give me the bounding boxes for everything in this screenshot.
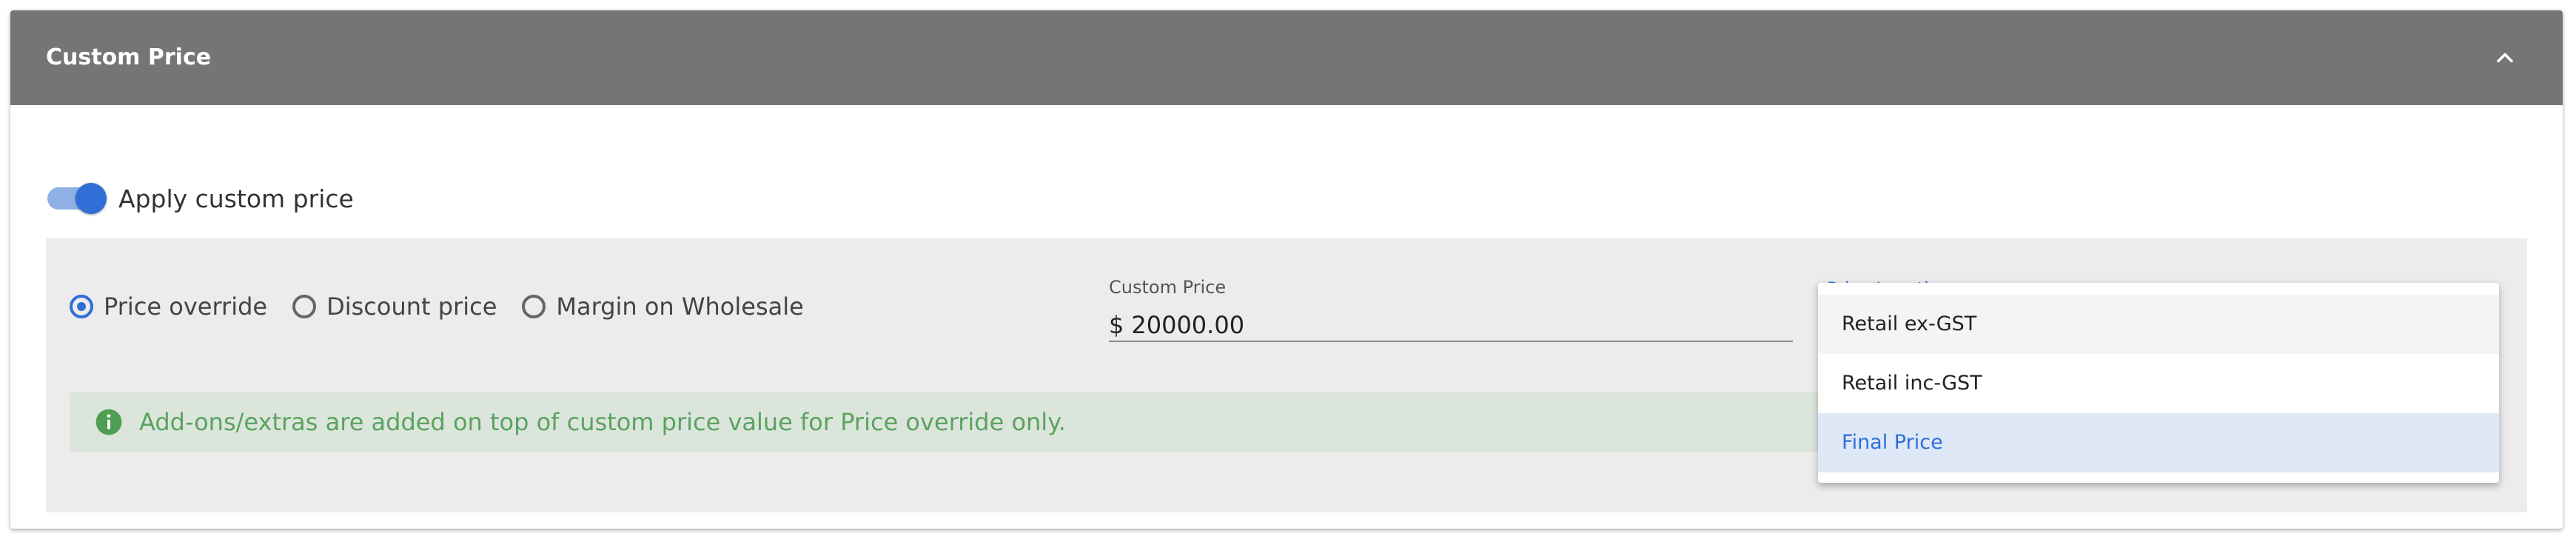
- custom-price-field[interactable]: Custom Price $: [1109, 265, 1793, 342]
- radio-discount-price[interactable]: Discount price: [292, 292, 497, 321]
- radio-button[interactable]: [292, 295, 317, 318]
- panel-title: Custom Price: [46, 44, 212, 70]
- radio-button[interactable]: [522, 295, 546, 318]
- pricing-type-radio-group: Price override Discount price Margin on …: [70, 286, 829, 327]
- option-final-price[interactable]: Final Price: [1818, 413, 2499, 472]
- currency-prefix: $: [1109, 311, 1124, 339]
- radio-price-override[interactable]: Price override: [70, 292, 267, 321]
- price-location-dropdown: Retail ex-GST Retail inc-GST Final Price: [1818, 283, 2499, 483]
- info-banner: Add-ons/extras are added on top of custo…: [70, 392, 1861, 452]
- toggle-track[interactable]: [47, 183, 107, 214]
- radio-label: Margin on Wholesale: [556, 292, 804, 321]
- info-text: Add-ons/extras are added on top of custo…: [139, 408, 1066, 436]
- apply-custom-price-toggle[interactable]: Apply custom price: [47, 178, 354, 219]
- radio-label: Discount price: [326, 292, 497, 321]
- custom-price-value[interactable]: $: [1109, 311, 1502, 339]
- toggle-label: Apply custom price: [118, 184, 354, 213]
- radio-button[interactable]: [70, 295, 93, 318]
- radio-dot: [77, 302, 86, 311]
- radio-label: Price override: [104, 292, 268, 321]
- option-retail-ex-gst[interactable]: Retail ex-GST: [1818, 295, 2499, 354]
- chevron-up-icon[interactable]: [2492, 44, 2518, 71]
- custom-price-input[interactable]: [1131, 311, 1502, 339]
- toggle-knob[interactable]: [76, 183, 107, 214]
- radio-margin-on-wholesale[interactable]: Margin on Wholesale: [522, 292, 804, 321]
- info-icon: [95, 409, 122, 435]
- option-retail-inc-gst[interactable]: Retail inc-GST: [1818, 354, 2499, 413]
- custom-price-label: Custom Price: [1109, 277, 1227, 298]
- panel-header[interactable]: Custom Price: [10, 10, 2563, 105]
